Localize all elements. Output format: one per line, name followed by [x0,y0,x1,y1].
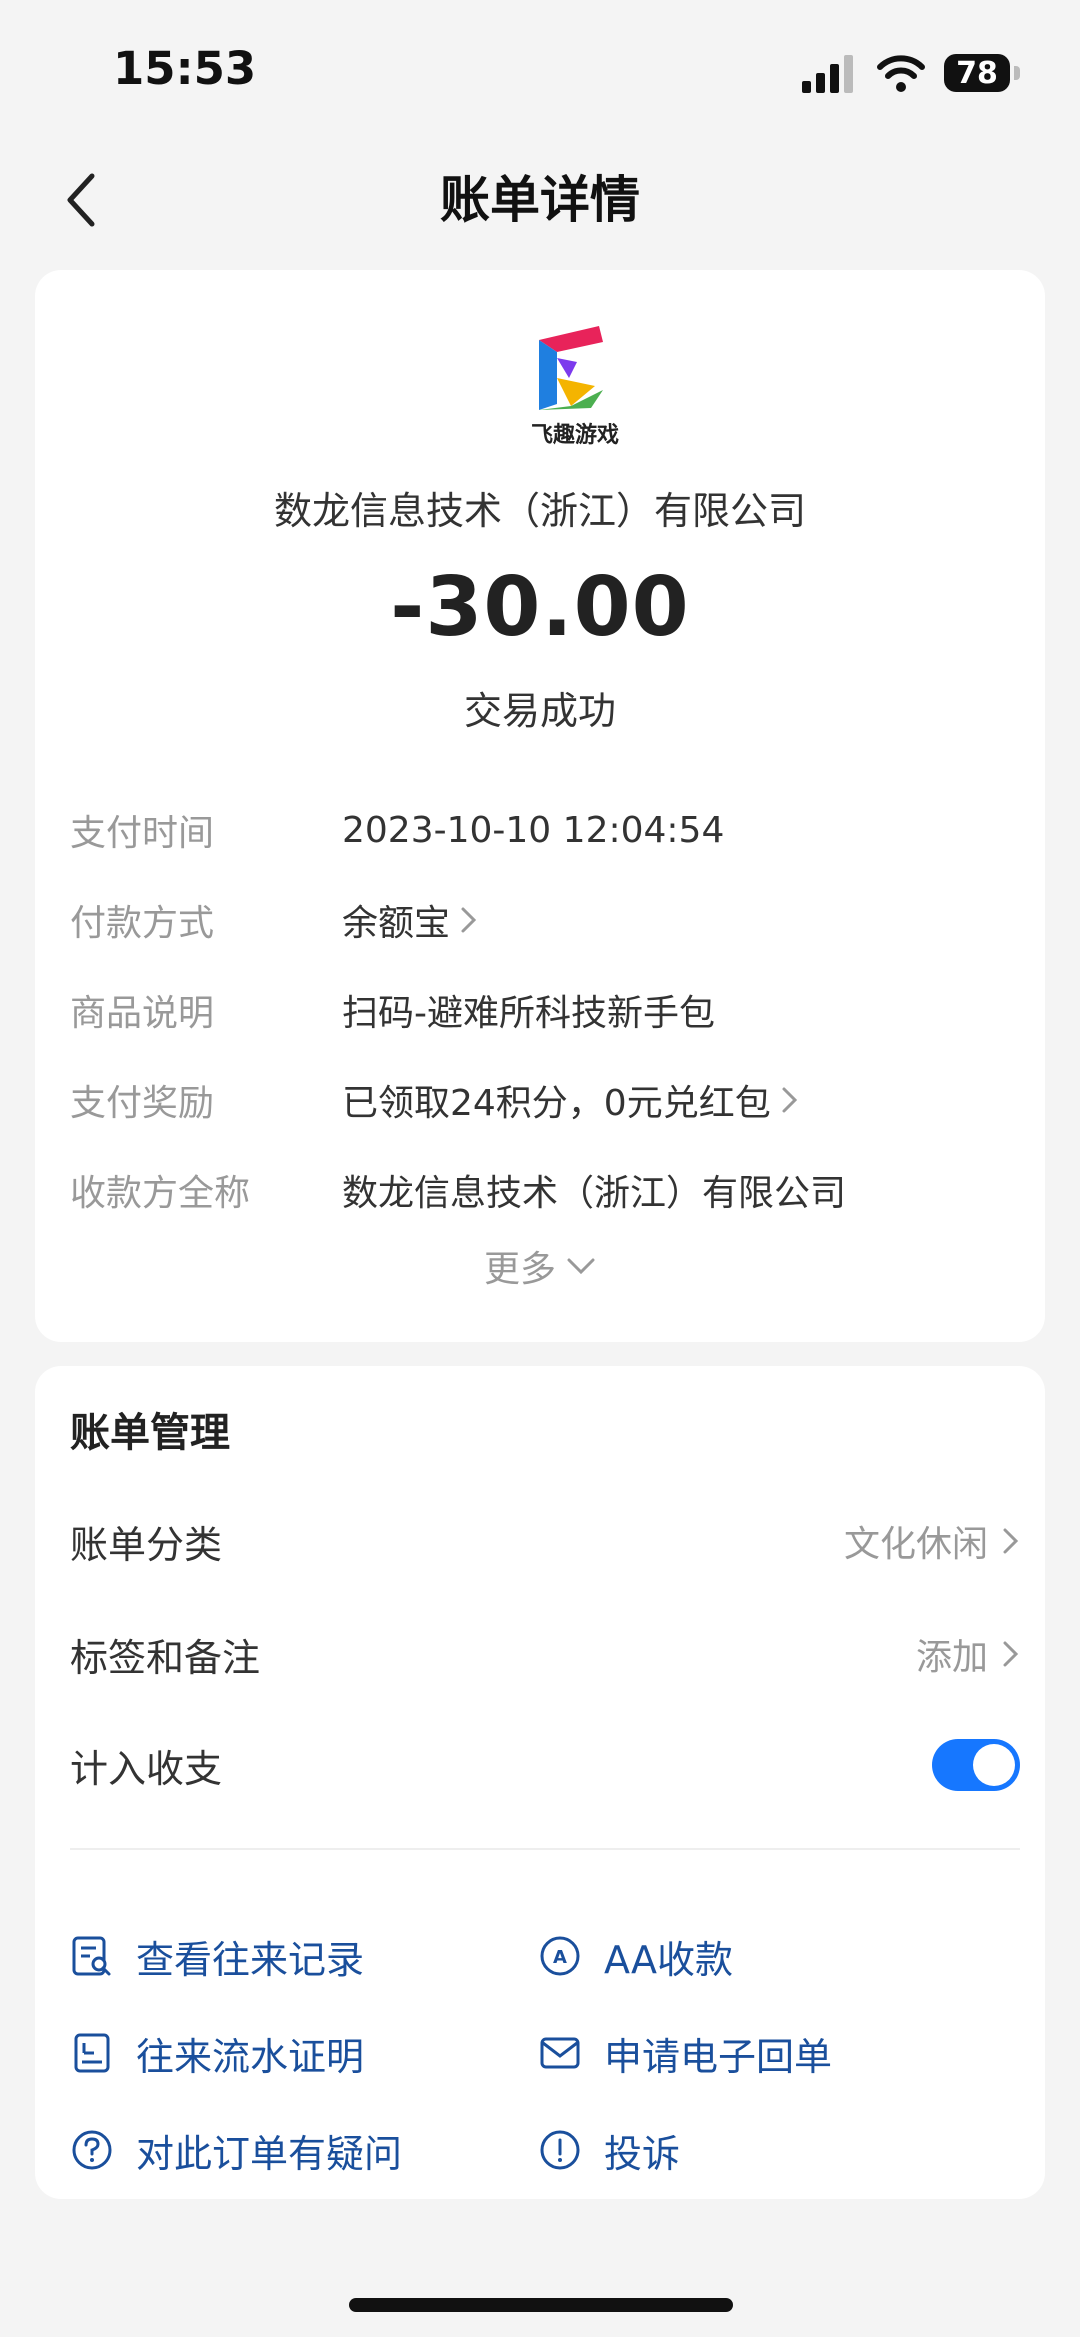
detail-label: 商品说明 [70,993,215,1034]
chevron-right-icon [1003,1641,1019,1667]
status-icons: 78 [802,50,1020,96]
view-records-action[interactable]: 查看往来记录 [70,1924,364,1988]
order-question-action[interactable]: 对此订单有疑问 [70,2118,402,2182]
detail-row-payee-name: 收款方全称 数龙信息技术（浙江）有限公司 [70,1160,1020,1220]
detail-row-payment-method[interactable]: 付款方式 余额宝 [70,890,1020,950]
view-records-label: 查看往来记录 [136,1937,365,1982]
tags-notes-row[interactable]: 标签和备注 添加 [70,1619,1020,1689]
divider [70,1848,1020,1850]
clock: 15:53 [113,42,257,95]
detail-label: 支付时间 [70,813,215,854]
include-in-budget-row: 计入收支 [70,1730,1020,1800]
detail-value: 扫码-避难所科技新手包 [342,993,715,1034]
chevron-right-icon [1003,1528,1019,1554]
detail-row-payment-time: 支付时间 2023-10-10 12:04:54 [70,800,1020,860]
bill-management-card: 账单管理 账单分类 文化休闲 标签和备注 添加 计入收支 查看往来记录 A AA… [35,1366,1045,2199]
signal-icon [802,55,853,93]
complaint-label: 投诉 [604,2131,681,2176]
logo-text: 飞趣游戏 [531,422,619,446]
aa-collect-label: AA收款 [604,1937,734,1982]
exclamation-circle-icon [540,2130,580,2170]
mail-icon [540,2037,580,2069]
detail-row-product-description: 商品说明 扫码-避难所科技新手包 [70,980,1020,1040]
svg-text:A: A [553,1947,567,1968]
detail-value: 余额宝 [342,894,478,946]
complaint-action[interactable]: 投诉 [538,2118,680,2182]
tags-notes-label: 标签和备注 [70,1635,261,1680]
battery-icon: 78 [944,54,1020,92]
question-circle-icon [72,2130,112,2170]
statement-proof-action[interactable]: 往来流水证明 [70,2021,364,2085]
transaction-amount: -30.00 [390,560,690,655]
home-indicator[interactable] [349,2298,733,2312]
aa-collect-action[interactable]: A AA收款 [538,1924,733,1988]
chevron-down-icon [567,1258,595,1275]
detail-value: 2023-10-10 12:04:54 [342,809,725,851]
transaction-card: 飞趣游戏 数龙信息技术（浙江）有限公司 -30.00 交易成功 支付时间 202… [35,270,1045,1342]
page-title: 账单详情 [440,171,640,229]
detail-label: 支付奖励 [70,1083,215,1124]
aa-icon: A [540,1936,580,1976]
statement-document-icon [74,2033,110,2073]
bill-category-row[interactable]: 账单分类 文化休闲 [70,1506,1020,1576]
detail-row-payment-reward[interactable]: 支付奖励 已领取24积分，0元兑红包 [70,1070,1020,1130]
detail-value: 已领取24积分，0元兑红包 [342,1074,799,1126]
detail-value: 数龙信息技术（浙江）有限公司 [342,1173,847,1214]
e-receipt-action[interactable]: 申请电子回单 [538,2021,832,2085]
bill-category-label: 账单分类 [70,1522,223,1567]
status-bar: 15:53 78 [0,0,1080,130]
document-search-icon [72,1936,111,1976]
section-title: 账单管理 [70,1410,230,1456]
chevron-right-icon [461,907,477,933]
tags-notes-value: 添加 [916,1628,1020,1680]
e-receipt-label: 申请电子回单 [604,2034,833,2079]
detail-label: 付款方式 [70,903,215,944]
merchant-name: 数龙信息技术（浙江）有限公司 [273,489,806,533]
bill-category-value: 文化休闲 [844,1515,1020,1567]
order-question-label: 对此订单有疑问 [136,2131,403,2176]
include-in-budget-toggle[interactable] [932,1739,1020,1791]
include-in-budget-label: 计入收支 [70,1746,223,1791]
wifi-icon [877,55,925,92]
statement-proof-label: 往来流水证明 [136,2034,365,2079]
transaction-status: 交易成功 [463,689,616,733]
nav-bar: 账单详情 [0,140,1080,250]
battery-level: 78 [956,55,998,91]
merchant-logo: 飞趣游戏 [499,318,651,448]
more-button[interactable]: 更多 [35,1240,1045,1292]
chevron-right-icon [782,1087,797,1113]
toggle-knob [973,1744,1015,1786]
more-label: 更多 [483,1249,556,1290]
detail-label: 收款方全称 [70,1173,251,1214]
